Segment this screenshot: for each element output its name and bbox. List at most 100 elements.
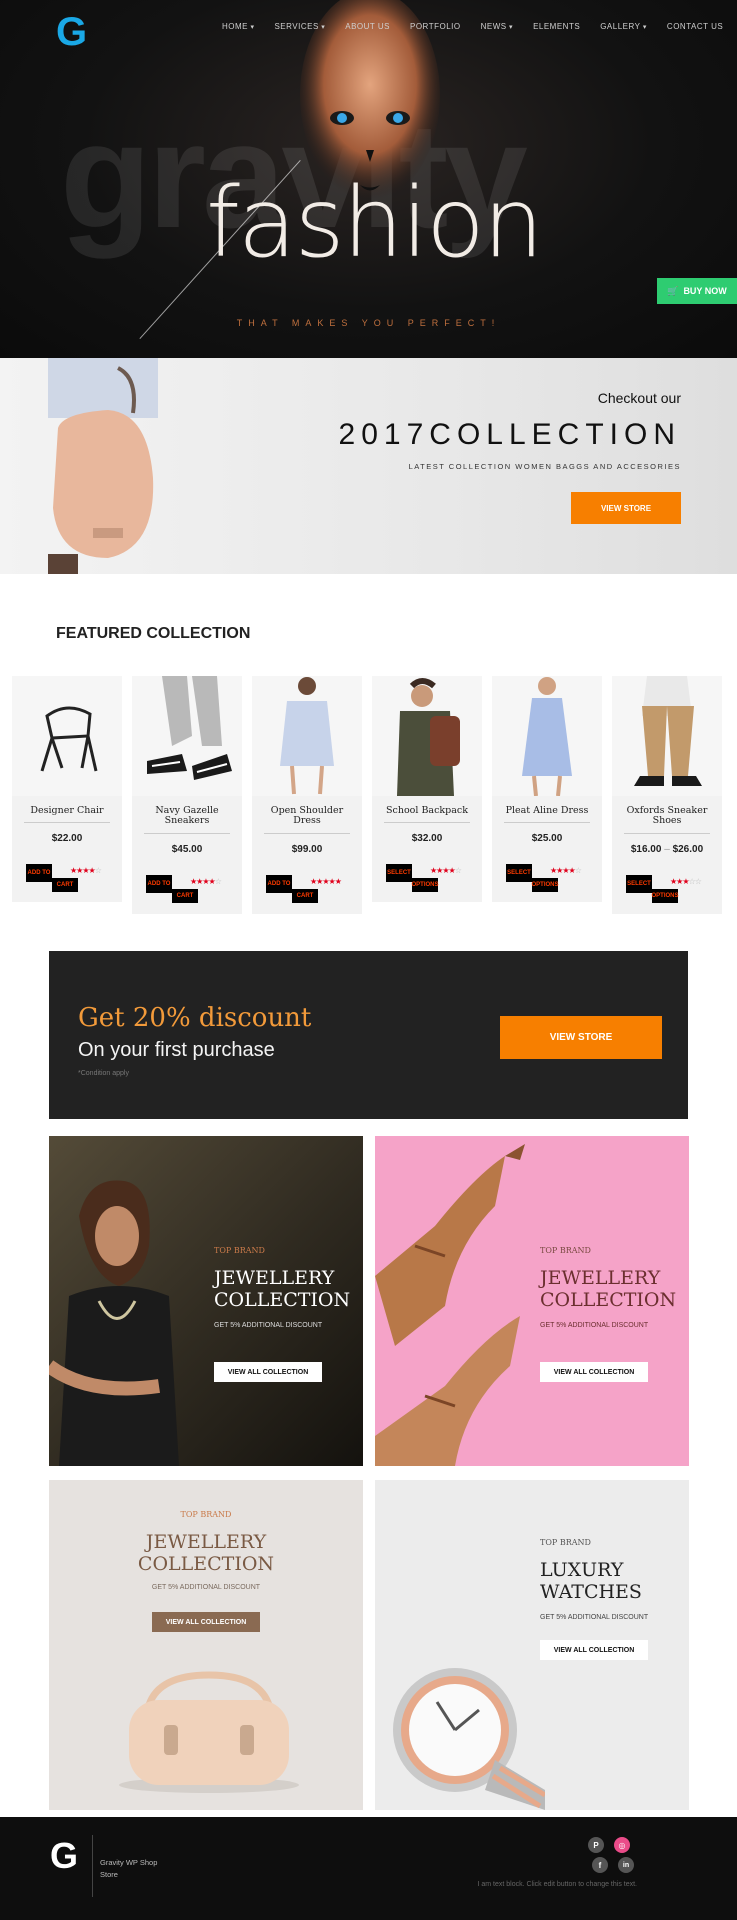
product-actions: ADD TO CART ★★★★☆ xyxy=(132,874,242,915)
product-name[interactable]: Pleat Aline Dress xyxy=(492,796,602,822)
product-image[interactable] xyxy=(132,676,242,796)
tile-title: JEWELLERY COLLECTION xyxy=(214,1267,351,1312)
rating-stars-icon: ★★★★☆ xyxy=(70,866,102,876)
product-image[interactable] xyxy=(252,676,362,796)
footer-site-name-line-2: Store xyxy=(100,1870,118,1879)
product-actions: SELECT OPTIONS ★★★★☆ xyxy=(492,864,602,904)
discount-title: Get 20% discount xyxy=(78,1003,312,1033)
product-actions: SELECT OPTIONS ★★★☆☆ xyxy=(612,874,722,915)
product-action-button[interactable]: SELECT xyxy=(386,864,412,883)
product-action-button-line-2[interactable]: CART xyxy=(52,878,78,893)
discount-view-store-button[interactable]: VIEW STORE xyxy=(500,1016,662,1059)
promo-tile-jewellery-bag: TOP BRAND JEWELLERY COLLECTION GET 5% AD… xyxy=(49,1480,363,1810)
nav-item-home[interactable]: HOME xyxy=(222,22,254,31)
view-all-collection-button[interactable]: VIEW ALL COLLECTION xyxy=(214,1362,322,1382)
product-action-button-line-2[interactable]: OPTIONS xyxy=(652,888,679,903)
tile-title-line-2: COLLECTION xyxy=(540,1288,677,1311)
banner-title: 2017COLLECTION xyxy=(338,418,681,451)
nav-item-news[interactable]: NEWS xyxy=(481,22,513,31)
product-card[interactable]: School Backpack $32.00 SELECT OPTIONS ★★… xyxy=(372,676,482,902)
product-action-button[interactable]: SELECT xyxy=(626,874,652,893)
product-name[interactable]: Oxfords Sneaker Shoes xyxy=(612,796,722,833)
product-price-from: $16.00 xyxy=(630,843,662,855)
product-price-separator: – xyxy=(664,843,670,855)
footer-text-block: I am text block. Click edit button to ch… xyxy=(477,1881,637,1888)
rating-stars-icon: ★★★★☆ xyxy=(430,866,462,876)
tile-title: JEWELLERY COLLECTION xyxy=(540,1267,677,1312)
dribbble-icon[interactable]: ◎ xyxy=(614,1837,630,1853)
product-card[interactable]: Navy Gazelle Sneakers $45.00 ADD TO CART… xyxy=(132,676,242,914)
nav-item-contact-us[interactable]: CONTACT US xyxy=(667,22,723,31)
product-price: $99.00 xyxy=(252,844,362,855)
footer-site-name: Gravity WP Shop Store xyxy=(100,1857,180,1881)
tile-title-line-1: LUXURY xyxy=(540,1559,624,1581)
product-image[interactable] xyxy=(12,676,122,796)
tile-subtitle: GET 5% ADDITIONAL DISCOUNT xyxy=(214,1322,323,1329)
facebook-icon[interactable]: f xyxy=(592,1857,608,1873)
product-action-button-line-2[interactable]: OPTIONS xyxy=(412,878,439,893)
product-price: $25.00 xyxy=(492,833,602,844)
featured-title-bold: FEATURED xyxy=(56,625,142,642)
product-divider xyxy=(384,822,470,824)
heels-image xyxy=(375,1144,525,1466)
product-divider xyxy=(264,832,350,834)
site-logo[interactable]: G xyxy=(56,10,87,55)
promo-tile-jewellery-woman: TOP BRAND JEWELLERY COLLECTION GET 5% AD… xyxy=(49,1136,363,1466)
nav-item-gallery[interactable]: GALLERY xyxy=(600,22,647,31)
product-card[interactable]: Open Shoulder Dress $99.00 ADD TO CART ★… xyxy=(252,676,362,914)
product-action-button[interactable]: SELECT xyxy=(506,864,532,883)
nav-item-about-us[interactable]: ABOUT US xyxy=(345,22,390,31)
product-image[interactable] xyxy=(612,676,722,796)
featured-title: FEATURED COLLECTION xyxy=(56,625,250,643)
product-card[interactable]: Oxfords Sneaker Shoes $16.00 – $26.00 SE… xyxy=(612,676,722,914)
product-action-button-line-2[interactable]: CART xyxy=(172,888,198,903)
product-actions: ADD TO CART ★★★★★ xyxy=(252,874,362,915)
banner-view-store-button[interactable]: VIEW STORE xyxy=(571,492,681,524)
collection-banner: Checkout our 2017COLLECTION LATEST COLLE… xyxy=(0,358,737,574)
tile-title-line-2: COLLECTION xyxy=(214,1288,351,1311)
buy-now-button[interactable]: 🛒 BUY NOW xyxy=(657,278,737,304)
product-action-button[interactable]: ADD TO xyxy=(26,864,52,883)
footer-logo[interactable]: G xyxy=(50,1835,78,1877)
product-action-button-line-2[interactable]: CART xyxy=(292,888,318,903)
footer-site-name-line-1: Gravity WP Shop xyxy=(100,1858,158,1867)
footer-divider xyxy=(92,1835,93,1897)
product-action-button[interactable]: ADD TO xyxy=(266,874,292,893)
product-price: $22.00 xyxy=(12,833,122,844)
product-name[interactable]: School Backpack xyxy=(372,796,482,822)
rating-stars-icon: ★★★☆☆ xyxy=(670,876,702,886)
product-action-button-line-2[interactable]: OPTIONS xyxy=(532,878,559,893)
tile-brand: TOP BRAND xyxy=(180,1510,232,1519)
product-name[interactable]: Navy Gazelle Sneakers xyxy=(132,796,242,833)
tile-title: JEWELLERY COLLECTION xyxy=(49,1531,363,1576)
product-price-value: $22.00 xyxy=(51,833,83,845)
banner-subtitle: LATEST COLLECTION WOMEN BAGGS AND ACCESO… xyxy=(408,462,681,471)
product-price-value: $45.00 xyxy=(171,843,203,855)
rating-stars-icon: ★★★★☆ xyxy=(190,876,222,886)
product-name[interactable]: Designer Chair xyxy=(12,796,122,822)
product-card[interactable]: Designer Chair $22.00 ADD TO CART ★★★★☆ xyxy=(12,676,122,902)
view-all-collection-button[interactable]: VIEW ALL COLLECTION xyxy=(540,1640,648,1660)
tile-brand: TOP BRAND xyxy=(540,1538,591,1547)
view-all-collection-button[interactable]: VIEW ALL COLLECTION xyxy=(152,1612,260,1632)
product-actions: SELECT OPTIONS ★★★★☆ xyxy=(372,864,482,904)
pinterest-icon[interactable]: P xyxy=(588,1837,604,1853)
linkedin-icon[interactable]: in xyxy=(618,1857,634,1873)
leather-bag-image xyxy=(119,1671,299,1793)
product-action-button[interactable]: ADD TO xyxy=(146,874,172,893)
product-price: $16.00 – $26.00 xyxy=(612,844,722,855)
featured-title-rest: COLLECTION xyxy=(146,625,251,642)
product-price-to: $26.00 xyxy=(672,843,704,855)
view-all-collection-button[interactable]: VIEW ALL COLLECTION xyxy=(540,1362,648,1382)
product-divider xyxy=(624,832,710,834)
product-name[interactable]: Open Shoulder Dress xyxy=(252,796,362,833)
product-image[interactable] xyxy=(372,676,482,796)
nav-item-portfolio[interactable]: PORTFOLIO xyxy=(410,22,461,31)
model-woman-image xyxy=(49,1180,179,1466)
handbag-image xyxy=(48,358,158,574)
product-image[interactable] xyxy=(492,676,602,796)
product-card[interactable]: Pleat Aline Dress $25.00 SELECT OPTIONS … xyxy=(492,676,602,902)
tile-title-line-1: JEWELLERY xyxy=(540,1267,661,1289)
nav-item-services[interactable]: SERVICES xyxy=(274,22,325,31)
nav-item-elements[interactable]: ELEMENTS xyxy=(533,22,580,31)
